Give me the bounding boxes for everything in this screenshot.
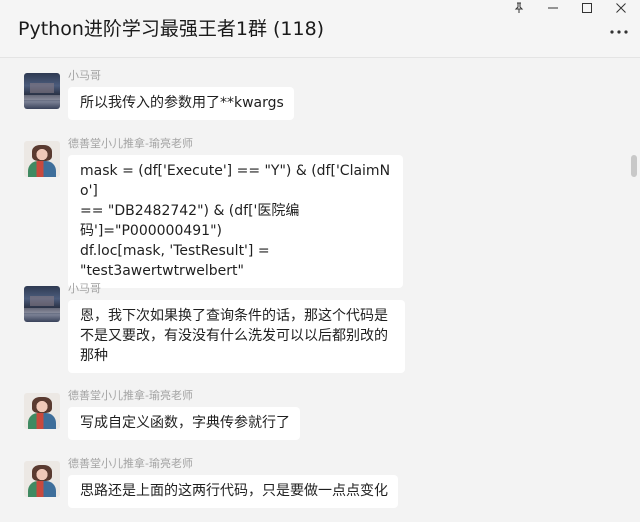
message-bubble[interactable]: 恩，我下次如果换了查询条件的话，那这个代码是 不是又要改，有没没有什么洗发可以以… <box>68 300 405 373</box>
message-bubble[interactable]: mask = (df['Execute'] == "Y") & (df['Cla… <box>68 155 403 288</box>
avatar[interactable] <box>24 141 60 177</box>
sender-name: 德善堂小儿推拿-瑜亮老师 <box>68 457 193 470</box>
minimize-icon[interactable] <box>536 0 570 16</box>
sender-name: 小马哥 <box>68 69 101 82</box>
sender-name: 德善堂小儿推拿-瑜亮老师 <box>68 389 193 402</box>
avatar[interactable] <box>24 393 60 429</box>
scrollbar-thumb[interactable] <box>631 155 637 177</box>
avatar[interactable] <box>24 73 60 109</box>
chat-title: Python进阶学习最强王者1群 (118) <box>18 18 325 40</box>
more-horizontal-icon[interactable] <box>608 22 630 42</box>
message-bubble[interactable]: 写成自定义函数，字典传参就行了 <box>68 407 300 440</box>
maximize-icon[interactable] <box>570 0 604 16</box>
message-list[interactable]: 小马哥 所以我传入的参数用了**kwargs 德善堂小儿推拿-瑜亮老师 mask… <box>0 59 640 522</box>
pin-icon[interactable] <box>502 0 536 16</box>
title-bar: Python进阶学习最强王者1群 (118) <box>0 0 640 58</box>
sender-name: 小马哥 <box>68 282 101 295</box>
message-bubble[interactable]: 所以我传入的参数用了**kwargs <box>68 87 294 120</box>
avatar[interactable] <box>24 286 60 322</box>
close-icon[interactable] <box>604 0 638 16</box>
message-bubble[interactable]: 思路还是上面的这两行代码，只是要做一点点变化 <box>68 475 398 508</box>
sender-name: 德善堂小儿推拿-瑜亮老师 <box>68 137 193 150</box>
avatar[interactable] <box>24 461 60 497</box>
scrollbar[interactable] <box>628 59 640 522</box>
